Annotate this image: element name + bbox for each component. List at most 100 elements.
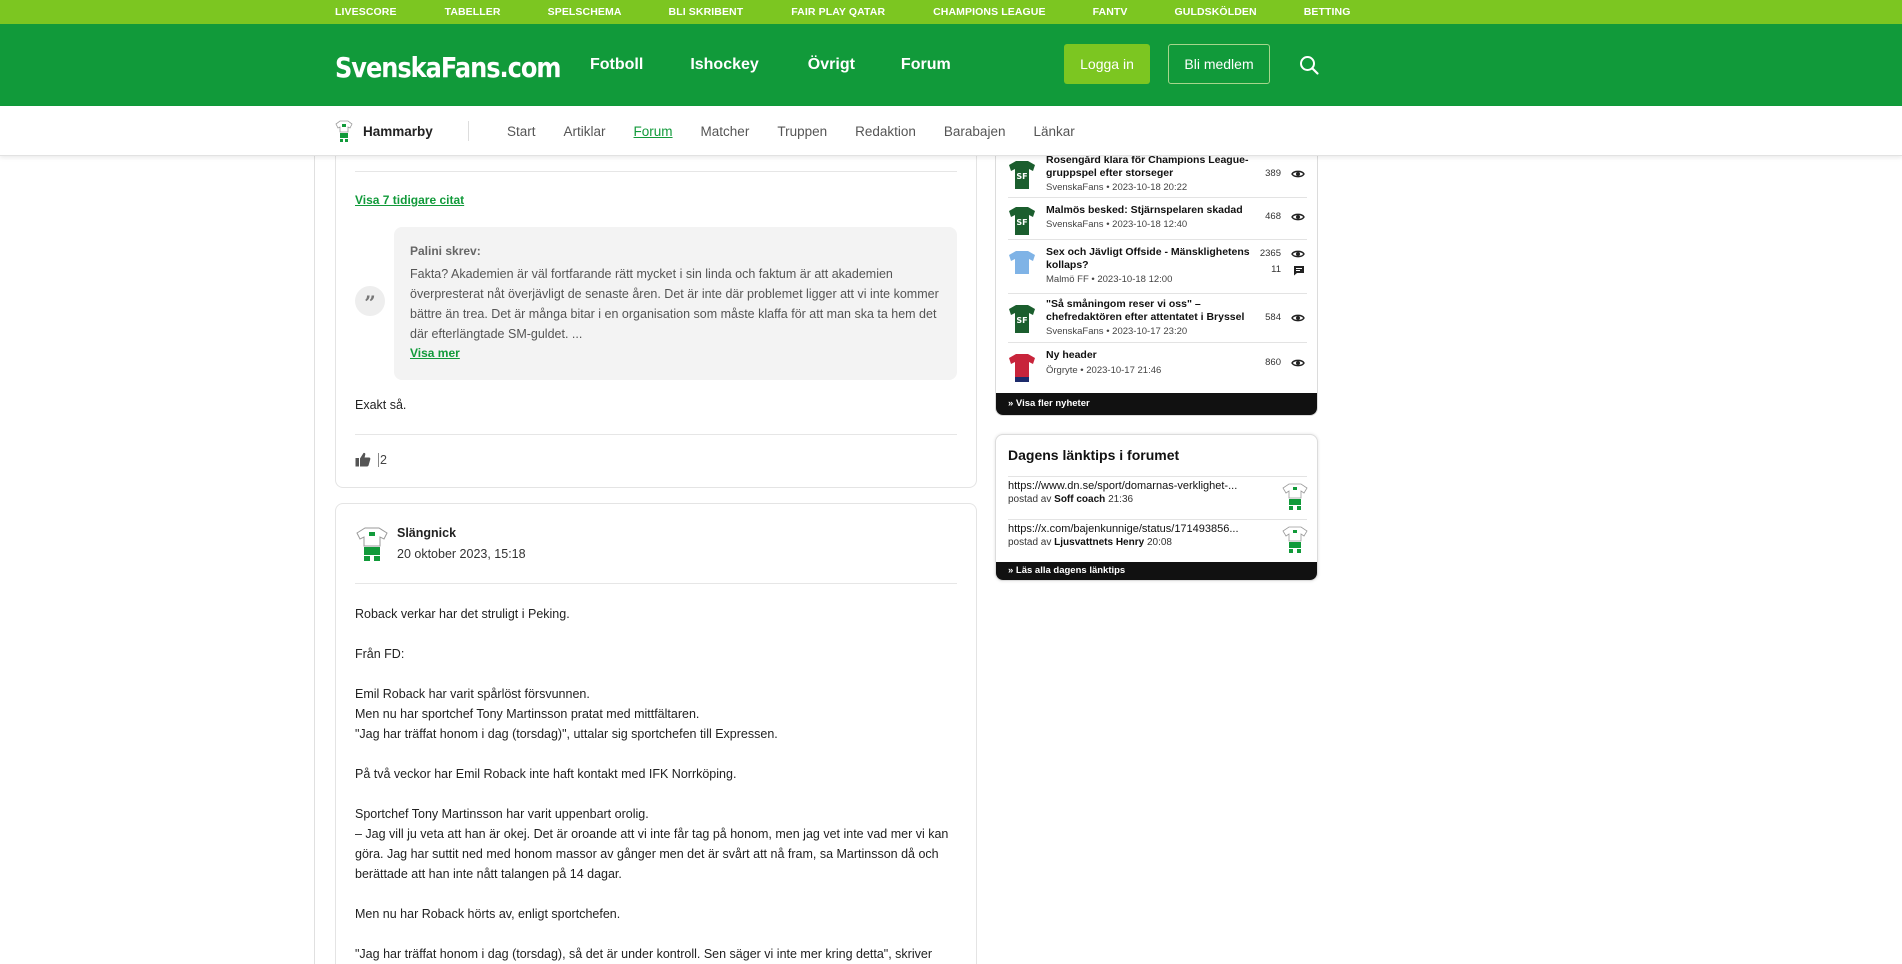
news-comment-count: 11 (1271, 264, 1281, 275)
svg-text:SF: SF (1016, 218, 1027, 227)
link-url[interactable]: https://www.dn.se/sport/domarnas-verklig… (1008, 480, 1270, 492)
subnav-barabajen[interactable]: Barabajen (944, 124, 1006, 139)
top-link-champions-league[interactable]: CHAMPIONS LEAGUE (933, 6, 1045, 18)
main-header: SvenskaFans.com Fotboll Ishockey Övrigt … (0, 24, 1902, 106)
news-title: Ny header (1046, 349, 1097, 361)
news-item[interactable]: Sex och Jävligt Offside - Mänsklighetens… (996, 242, 1317, 286)
eye-icon (1291, 250, 1305, 258)
search-icon[interactable] (1298, 54, 1320, 76)
quote-text: Fakta? Akademien är väl fortfarande rätt… (410, 267, 939, 341)
post-paragraph: Roback verkar har det struligt i Peking. (355, 607, 570, 621)
eye-icon (1291, 359, 1305, 367)
top-link-tabeller[interactable]: TABELLER (445, 6, 501, 18)
top-link-fantv[interactable]: FANTV (1093, 6, 1128, 18)
nav-ovrigt[interactable]: Övrigt (808, 56, 855, 74)
top-links: LIVESCORE TABELLER SPELSCHEMA BLI SKRIBE… (335, 0, 1350, 24)
eye-icon (1291, 213, 1305, 221)
link-poster[interactable]: Ljusvattnets Henry (1054, 537, 1144, 548)
subnav-forum[interactable]: Forum (634, 124, 673, 139)
site-logo[interactable]: SvenskaFans.com (335, 51, 561, 84)
page-left-border (314, 156, 315, 964)
quote-icon: ” (355, 286, 385, 316)
club-name: Hammarby (363, 123, 433, 139)
news-item[interactable]: SF Malmös besked: Stjärnspelaren skadad … (996, 200, 1317, 244)
nav-forum[interactable]: Forum (901, 56, 951, 74)
post-paragraph: Emil Roback har varit spårlöst försvunne… (355, 687, 778, 741)
news-divider (1008, 239, 1307, 240)
post-body: Roback verkar har det struligt i Peking.… (355, 604, 955, 964)
show-earlier-quotes-link[interactable]: Visa 7 tidigare citat (355, 193, 464, 207)
link-url[interactable]: https://x.com/bajenkunnige/status/171493… (1008, 523, 1270, 535)
top-link-bli-skribent[interactable]: BLI SKRIBENT (669, 6, 744, 18)
link-meta: postad av Soff coach 21:36 (1008, 494, 1134, 505)
post-divider (355, 171, 957, 172)
kit-thumbnail-icon (1009, 251, 1035, 279)
news-title: Malmös besked: Stjärnspelaren skadad (1046, 204, 1243, 216)
top-link-betting[interactable]: BETTING (1304, 6, 1351, 18)
quote-block: Palini skrev: Fakta? Akademien är väl fo… (394, 227, 957, 380)
nav-ishockey[interactable]: Ishockey (690, 56, 758, 74)
subnav-lankar[interactable]: Länkar (1033, 124, 1074, 139)
news-widget: SF Rosengård klara för Champions League-… (995, 120, 1318, 416)
like-row: 2 (355, 452, 387, 467)
club-subnav: Hammarby Start Artiklar Forum Matcher Tr… (0, 106, 1902, 156)
news-item[interactable]: SF Rosengård klara för Champions League-… (996, 152, 1317, 196)
post-text: Exakt så. (355, 398, 407, 412)
subnav-redaktion[interactable]: Redaktion (855, 124, 916, 139)
link-divider (1008, 476, 1307, 477)
subnav-artiklar[interactable]: Artiklar (564, 124, 606, 139)
author-name[interactable]: Slängnick (397, 526, 526, 540)
thumbs-up-icon[interactable] (355, 452, 371, 467)
link-tips-widget: Dagens länktips i forumet https://www.dn… (995, 434, 1318, 581)
kit-thumbnail-icon: SF (1009, 161, 1035, 189)
news-meta: Örgryte • 2023-10-17 21:46 (1046, 365, 1162, 376)
top-link-livescore[interactable]: LIVESCORE (335, 6, 397, 18)
news-item[interactable]: Ny header Örgryte • 2023-10-17 21:46 860 (996, 345, 1317, 389)
link-meta: postad av Ljusvattnets Henry 20:08 (1008, 537, 1172, 548)
subnav-truppen[interactable]: Truppen (777, 124, 827, 139)
all-link-tips-link[interactable]: » Läs alla dagens länktips (996, 562, 1317, 580)
nav-fotboll[interactable]: Fotboll (590, 56, 643, 74)
subnav-matcher[interactable]: Matcher (701, 124, 750, 139)
news-views: 584 (1265, 312, 1281, 323)
news-title: Sex och Jävligt Offside - Mänsklighetens… (1046, 246, 1250, 271)
news-meta: SvenskaFans • 2023-10-17 23:20 (1046, 326, 1188, 337)
quote-author: Palini skrev: (410, 244, 481, 258)
post-author: Slängnick 20 oktober 2023, 15:18 (355, 526, 526, 562)
avatar (1282, 483, 1308, 510)
link-poster[interactable]: Soff coach (1054, 494, 1105, 505)
news-views: 389 (1265, 168, 1281, 179)
top-link-fair-play-qatar[interactable]: FAIR PLAY QATAR (791, 6, 885, 18)
link-tips-title: Dagens länktips i forumet (1008, 447, 1180, 463)
avatar (1282, 526, 1308, 553)
show-more-news-link[interactable]: » Visa fler nyheter (996, 393, 1317, 415)
login-button[interactable]: Logga in (1064, 44, 1150, 84)
club-link[interactable]: Hammarby (335, 120, 433, 142)
become-member-button[interactable]: Bli medlem (1168, 44, 1270, 84)
top-link-guldskolden[interactable]: GULDSKÖLDEN (1175, 6, 1257, 18)
top-utility-bar: LIVESCORE TABELLER SPELSCHEMA BLI SKRIBE… (0, 0, 1902, 24)
news-divider (1008, 293, 1307, 294)
news-divider (1008, 197, 1307, 198)
link-tip-item[interactable]: https://www.dn.se/sport/domarnas-verklig… (1008, 480, 1308, 510)
post-paragraph: Men nu har Roback hörts av, enligt sport… (355, 907, 621, 921)
news-views: 860 (1265, 357, 1281, 368)
news-item[interactable]: SF "Så småningom reser vi oss" – chefred… (996, 296, 1317, 340)
hammarby-kit-icon (335, 120, 353, 142)
post-divider (355, 434, 957, 435)
news-title: Rosengård klara för Champions League-gru… (1046, 154, 1249, 179)
post-date: 20 oktober 2023, 15:18 (397, 547, 526, 561)
news-meta: SvenskaFans • 2023-10-18 12:40 (1046, 219, 1188, 230)
top-link-spelschema[interactable]: SPELSCHEMA (548, 6, 622, 18)
post-paragraph: Sportchef Tony Martinsson har varit uppe… (355, 807, 949, 881)
avatar (356, 527, 388, 561)
link-divider (1008, 519, 1307, 520)
kit-thumbnail-icon: SF (1009, 207, 1035, 235)
post-paragraph: På två veckor har Emil Roback inte haft … (355, 767, 737, 781)
subnav-start[interactable]: Start (507, 124, 536, 139)
show-more-link[interactable]: Visa mer (410, 346, 460, 360)
link-tip-item[interactable]: https://x.com/bajenkunnige/status/171493… (1008, 523, 1308, 553)
post-paragraph: Från FD: (355, 647, 405, 661)
news-views: 2365 (1259, 248, 1281, 259)
news-title: "Så småningom reser vi oss" – chefredakt… (1046, 298, 1245, 323)
